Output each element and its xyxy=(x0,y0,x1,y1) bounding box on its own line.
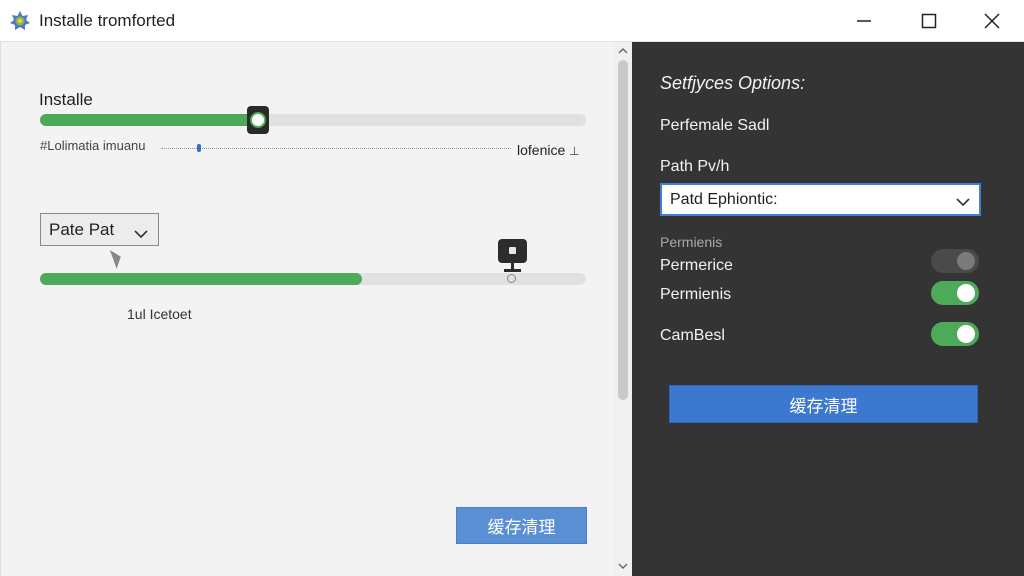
app-icon xyxy=(9,10,31,32)
install-slider-handle[interactable] xyxy=(247,106,270,134)
toggle-knob xyxy=(957,284,975,302)
pate-dropdown[interactable]: Pate Pat xyxy=(40,213,159,246)
toggle-switch-3[interactable] xyxy=(931,322,979,346)
close-button[interactable] xyxy=(960,0,1024,41)
progress-slider-fill xyxy=(40,273,363,285)
toggle-switch-2[interactable] xyxy=(931,281,979,305)
path-label: Path Pv/h xyxy=(660,158,730,175)
vertical-scrollbar[interactable] xyxy=(614,42,632,576)
left-panel: Installe #Lolimatia imuanu lofenice ⊥ Pa… xyxy=(0,42,615,576)
minimize-icon xyxy=(856,13,872,29)
title-bar: Installe tromforted xyxy=(0,0,1024,42)
pointer-cursor-icon xyxy=(109,247,125,269)
close-icon xyxy=(984,12,1000,29)
settings-panel: Setfjyces Options: Perfemale Sadl Path P… xyxy=(632,42,1024,576)
slider-tick-marker xyxy=(197,144,201,152)
scrollbar-thumb[interactable] xyxy=(618,60,628,400)
slider-left-label: #Lolimatia imuanu xyxy=(40,138,146,153)
toggle-switch-1[interactable] xyxy=(931,249,979,273)
clean-cache-button[interactable]: 缓存清理 xyxy=(456,507,587,544)
section-title: Installe xyxy=(39,90,93,109)
pate-dropdown-value: Pate Pat xyxy=(49,219,115,239)
install-slider-track[interactable] xyxy=(40,114,586,126)
maximize-button[interactable] xyxy=(897,0,961,41)
window-title: Installe tromforted xyxy=(39,11,176,30)
progress-slider-track[interactable] xyxy=(40,273,586,285)
clean-cache-primary-button[interactable]: 缓存清理 xyxy=(669,385,978,423)
slider2-label: 1ul Icetoet xyxy=(127,306,192,322)
scroll-down-icon[interactable] xyxy=(618,562,628,570)
settings-title: Setfjyces Options: xyxy=(660,73,806,93)
permissions-group-label: Permienis xyxy=(660,234,723,250)
handle-square-icon xyxy=(509,247,516,254)
slider2-marker-icon xyxy=(507,274,516,283)
install-slider-fill xyxy=(40,114,259,126)
handle-base xyxy=(504,269,521,272)
toggle-label-2: Permienis xyxy=(660,286,732,303)
slider-right-label-text: lofenice xyxy=(517,142,566,158)
handle-ring-icon xyxy=(250,112,267,128)
slider2-tooltip-handle[interactable] xyxy=(498,239,527,263)
slider-dotted-guide xyxy=(161,148,511,149)
pin-icon: ⊥ xyxy=(569,144,580,158)
minimize-button[interactable] xyxy=(832,0,896,41)
chevron-down-icon xyxy=(134,224,148,244)
path-select[interactable]: Patd Ephiontic: xyxy=(660,183,981,216)
toggle-label-1: Permerice xyxy=(660,257,733,274)
toggle-knob xyxy=(957,325,975,343)
maximize-icon xyxy=(921,13,937,29)
toggle-label-3: CamBesl xyxy=(660,327,725,344)
slider-right-label: lofenice ⊥ xyxy=(517,142,580,158)
scroll-up-icon[interactable] xyxy=(618,47,628,55)
path-select-value: Patd Ephiontic: xyxy=(670,190,778,208)
chevron-down-icon xyxy=(956,194,970,212)
toggle-knob xyxy=(957,252,975,270)
field1-label: Perfemale Sadl xyxy=(660,117,770,134)
